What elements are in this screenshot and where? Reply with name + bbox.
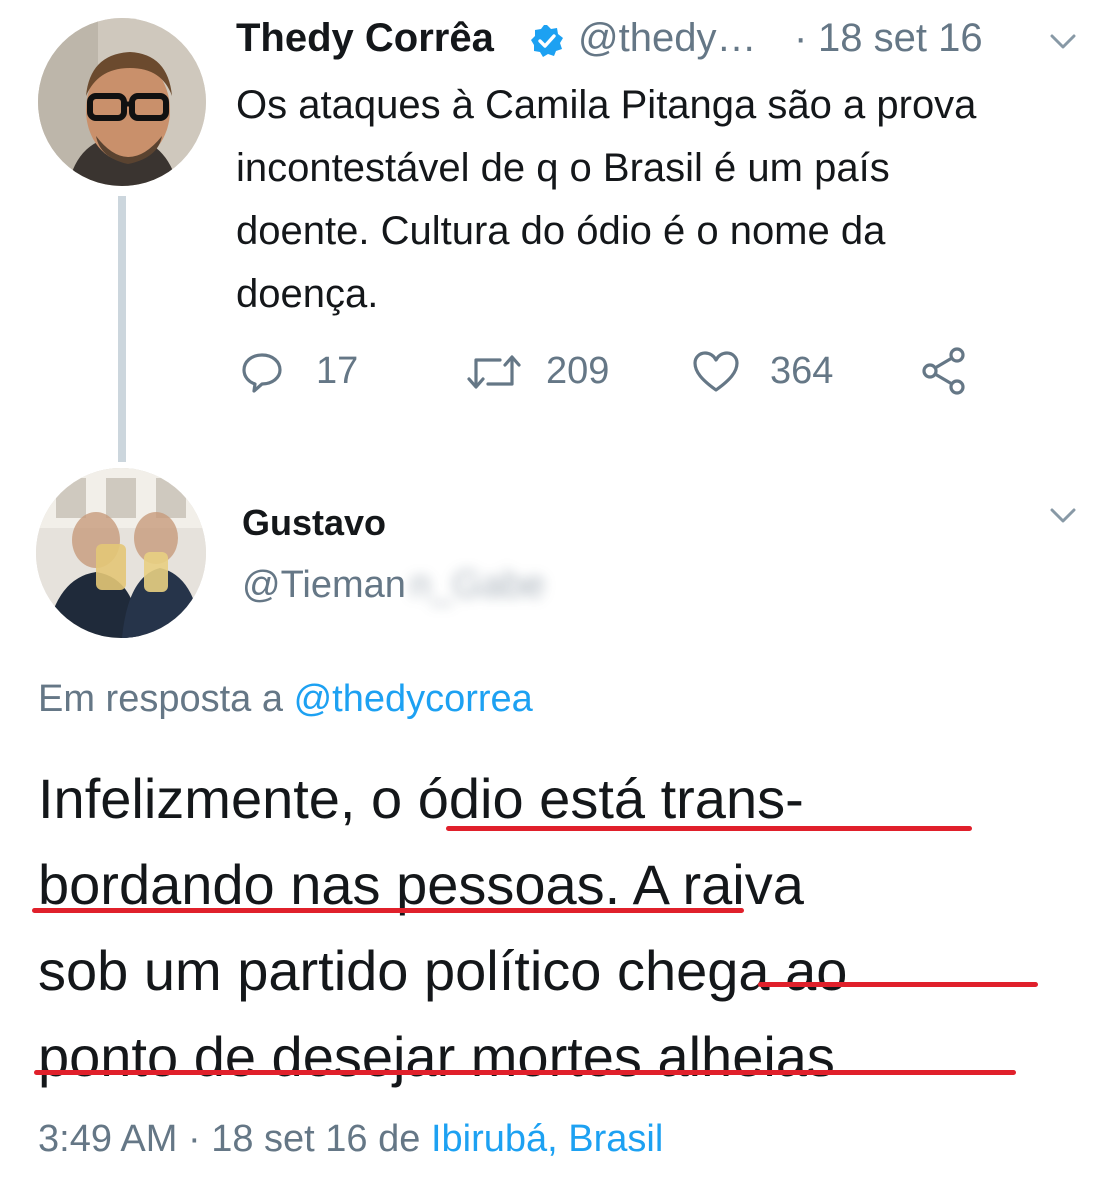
in-reply-to-mention-link[interactable]: @thedycorrea — [294, 678, 533, 720]
tweet-text-line: Infelizmente, o ódio está trans- — [38, 756, 1098, 842]
reply-tweet-text: Infelizmente, o ódio está trans- bordand… — [32, 756, 1098, 1100]
red-underline-mark — [34, 1070, 1016, 1075]
original-tweet-date[interactable]: 18 set 16 — [818, 16, 983, 61]
text-segment-underlined: chega ao — [616, 939, 848, 1002]
tweet-text-line: bordando nas pessoas. A raiva — [32, 842, 1098, 928]
red-underline-mark — [32, 908, 744, 913]
text-segment: sob um partido político — [38, 939, 617, 1002]
red-underline-mark — [758, 982, 1038, 987]
chevron-down-icon[interactable] — [1050, 34, 1076, 50]
tweet-time: 3:49 AM — [38, 1118, 178, 1160]
in-reply-to-label: Em resposta a — [38, 678, 283, 720]
like-count: 364 — [770, 350, 834, 392]
text-segment-underlined: bordando nas pessoas. — [38, 853, 621, 916]
tweet-date: 18 set 16 — [211, 1118, 368, 1160]
original-tweet-text: Os ataques à Camila Pitanga são a prova … — [236, 74, 1096, 326]
tweet-text-line: doente. Cultura do ódio é o nome da — [236, 209, 886, 253]
tweet-action-bar: 17 209 364 — [236, 344, 996, 400]
reply-icon — [242, 353, 282, 393]
red-underline-mark — [446, 826, 972, 831]
reply-count: 17 — [316, 350, 359, 392]
chevron-down-icon[interactable] — [1050, 508, 1076, 524]
gustavo-avatar[interactable] — [36, 468, 206, 638]
retweet-count: 209 — [546, 350, 610, 392]
location-link[interactable]: Ibirubá, Brasil — [431, 1118, 663, 1160]
gustavo-avatar-photo — [36, 468, 206, 638]
thedy-avatar-photo — [38, 18, 206, 186]
share-icon — [922, 347, 965, 395]
reply-author-name[interactable]: Gustavo — [242, 502, 386, 544]
share-button[interactable] — [920, 344, 980, 400]
text-segment: A raiva — [620, 853, 804, 916]
text-segment-underlined: ponto de desejar mortes alheias — [38, 1025, 835, 1088]
reply-handle-visible: @Tieman — [242, 564, 406, 606]
original-author-name[interactable]: Thedy Corrêa — [236, 16, 494, 61]
text-segment: Infelizmente, — [38, 767, 372, 830]
location-prefix: de — [378, 1118, 421, 1160]
original-tweet-header: Thedy Corrêa @thedy… · 18 set 16 — [236, 12, 1096, 64]
tweet-text-line: incontestável de q o Brasil é um país — [236, 146, 890, 190]
like-button[interactable]: 364 — [692, 344, 862, 400]
retweet-icon — [467, 355, 521, 389]
like-heart-icon — [693, 351, 739, 392]
tweet-text-line: doença. — [236, 272, 379, 316]
reply-button[interactable]: 17 — [236, 344, 386, 400]
reply-tweet-metadata: 3:49 AM · 18 set 16 de Ibirubá, Brasil — [38, 1118, 663, 1161]
thedy-avatar[interactable] — [38, 18, 206, 186]
tweet-text-line: Os ataques à Camila Pitanga são a prova — [236, 83, 977, 127]
in-reply-to-line: Em resposta a @thedycorrea — [38, 678, 533, 721]
tweet-text-line: ponto de desejar mortes alheias — [34, 1014, 1098, 1100]
header-separator: · — [794, 16, 808, 60]
reply-handle-blurred: n_Gabe — [409, 564, 546, 606]
reply-author-handle[interactable]: @Tieman n_Gabe — [242, 564, 545, 614]
meta-separator: · — [187, 1118, 201, 1160]
retweet-button[interactable]: 209 — [464, 344, 634, 400]
tweet-text-line: sob um partido político chega ao — [38, 928, 1098, 1014]
verified-badge-icon — [531, 25, 563, 57]
original-author-handle[interactable]: @thedy… — [578, 16, 756, 61]
thread-connector-line — [118, 196, 126, 462]
text-segment-underlined: o ódio está trans- — [371, 767, 804, 830]
